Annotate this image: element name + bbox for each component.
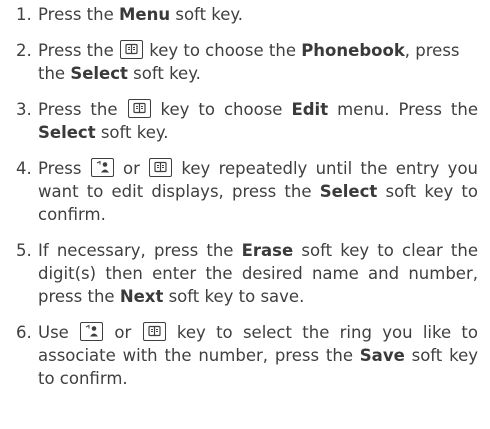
- phonebook-key-icon: [142, 322, 166, 341]
- step-number: 6.: [16, 323, 32, 342]
- step-text-run: Press the: [38, 100, 127, 119]
- step-text: If necessary, press the Erase soft key t…: [38, 239, 478, 308]
- soft-key-name: Menu: [119, 5, 171, 24]
- step-4: 4. Press or key repeatedly until the ent…: [16, 157, 478, 226]
- soft-key-name: Edit: [291, 100, 329, 119]
- step-text-run: Press: [38, 159, 90, 178]
- step-text-run: Press the: [38, 41, 119, 60]
- step-text-run: soft key.: [95, 123, 169, 142]
- step-6: 6. Use or key to select the ring you lik…: [16, 321, 478, 390]
- step-text-run: soft key to save.: [163, 287, 305, 306]
- step-1: 1. Press the Menu soft key.: [16, 3, 478, 26]
- step-text-run: menu. Press the: [328, 100, 478, 119]
- step-text-run: Use: [38, 323, 80, 342]
- step-2: 2. Press the key to choose the Phonebook…: [16, 39, 478, 85]
- step-text: Press the key to choose Edit menu. Press…: [38, 98, 478, 144]
- step-text-run: key to choose: [151, 100, 292, 119]
- step-text-run: or: [104, 323, 142, 342]
- up-key-icon: [80, 322, 104, 341]
- step-text-run: or: [114, 159, 149, 178]
- soft-key-name: Next: [119, 287, 164, 306]
- soft-key-name: Save: [359, 346, 405, 365]
- step-text: Press the key to choose the Phonebook, p…: [38, 39, 478, 85]
- soft-key-name: Select: [38, 123, 96, 142]
- up-key-icon: [90, 158, 114, 177]
- phonebook-key-icon: [127, 99, 151, 118]
- step-text: Use or key to select the ring you like t…: [38, 321, 478, 390]
- step-text: Press the Menu soft key.: [38, 3, 478, 26]
- step-text-run: Press the: [38, 5, 119, 24]
- soft-key-name: Erase: [241, 241, 294, 260]
- step-3: 3. Press the key to choose Edit menu. Pr…: [16, 98, 478, 144]
- phonebook-key-icon: [120, 40, 143, 59]
- step-text-run: soft key.: [170, 5, 244, 24]
- phonebook-key-icon: [149, 158, 173, 177]
- step-text-run: If necessary, press the: [38, 241, 242, 260]
- step-text-run: key to choose the: [144, 41, 302, 60]
- step-number: 2.: [16, 41, 32, 60]
- soft-key-name: Select: [70, 64, 128, 83]
- step-number: 1.: [16, 5, 32, 24]
- step-text-run: soft key.: [127, 64, 201, 83]
- soft-key-name: Select: [319, 182, 378, 201]
- step-number: 5.: [16, 241, 32, 260]
- step-number: 3.: [16, 100, 32, 119]
- step-5: 5. If necessary, press the Erase soft ke…: [16, 239, 478, 308]
- instruction-list: 1. Press the Menu soft key. 2. Press the…: [0, 0, 478, 390]
- step-number: 4.: [16, 159, 32, 178]
- step-text: Press or key repeatedly until the entry …: [38, 157, 478, 226]
- soft-key-name: Phonebook: [301, 41, 405, 60]
